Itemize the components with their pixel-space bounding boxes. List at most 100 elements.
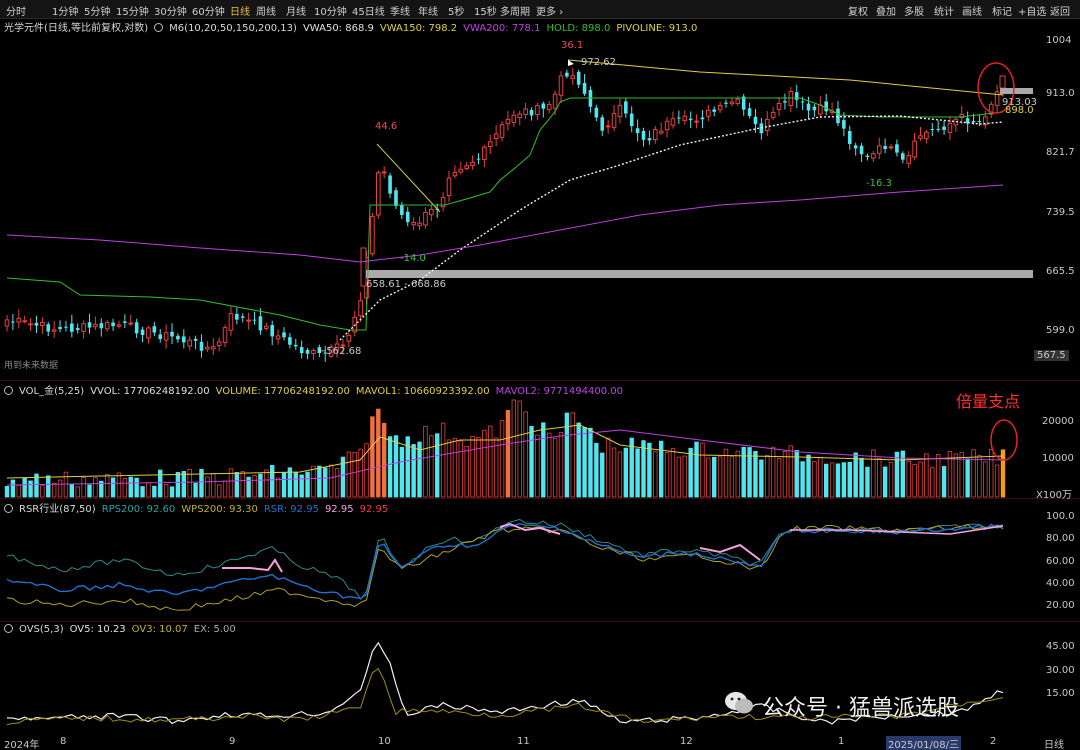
candle-body	[594, 107, 599, 118]
peak2-label: 36.1	[561, 40, 584, 51]
volume-bar	[81, 477, 86, 498]
candle-body	[158, 334, 163, 340]
candle-body	[806, 103, 811, 111]
candle-body	[788, 91, 794, 106]
candle-body	[311, 349, 316, 354]
volume-bar	[317, 465, 322, 498]
volume-bar	[258, 473, 263, 498]
candle-body	[624, 101, 628, 114]
volume-bar	[393, 435, 399, 498]
wechat-icon	[725, 692, 753, 714]
candle-body	[429, 208, 434, 216]
y-tick: 913.0	[1046, 88, 1075, 99]
volume-bar	[1000, 449, 1006, 498]
wps200-line	[6, 523, 1004, 611]
stock-chart[interactable]	[0, 0, 1080, 750]
rsr-line	[6, 523, 1004, 600]
candle-body	[222, 327, 228, 343]
volume-bar	[682, 455, 687, 498]
volume-bar	[181, 471, 187, 498]
candle-body	[576, 71, 581, 85]
candle-body	[930, 129, 935, 131]
rsr-y-tick: 40.00	[1046, 578, 1075, 589]
candle-body	[511, 114, 517, 123]
volume-bar	[399, 446, 405, 498]
volume-bar	[694, 441, 699, 498]
candle-body	[529, 110, 534, 116]
watermark: 公众号 · 猛兽派选股	[762, 696, 959, 721]
candle-body	[865, 155, 870, 158]
volume-bar	[594, 442, 599, 498]
range-label: 658.61 - 668.86	[366, 279, 446, 290]
volume-bar	[446, 439, 452, 498]
volume-bar	[712, 457, 717, 498]
candle-body	[836, 108, 840, 124]
volume-bar	[647, 442, 652, 498]
volume-bar	[835, 463, 841, 498]
volume-bar	[812, 461, 817, 498]
volume-bar	[611, 447, 617, 498]
volume-bar	[470, 436, 475, 498]
y-tick: 821.7	[1046, 147, 1075, 158]
candle-body	[546, 104, 552, 111]
candle-body	[104, 322, 110, 330]
volume-bar	[411, 444, 416, 498]
candle-body	[87, 322, 92, 328]
candle-body	[794, 92, 799, 100]
candle-body	[717, 104, 723, 111]
volume-bar	[906, 460, 911, 498]
candle-body	[299, 347, 304, 354]
volume-bar	[953, 453, 959, 498]
candle-body	[40, 321, 45, 327]
candle-body	[75, 328, 80, 331]
candle-body	[694, 120, 699, 123]
candle-body	[641, 130, 646, 140]
candle-body	[182, 336, 186, 343]
candle-body	[999, 75, 1006, 89]
volume-bar	[211, 473, 216, 498]
volume-bar	[464, 445, 469, 498]
volume-bar	[40, 485, 45, 498]
volume-bar	[588, 427, 593, 498]
candle-body	[193, 338, 198, 341]
volume-bar	[859, 457, 864, 498]
candle-body	[947, 122, 953, 133]
volume-bar	[818, 456, 823, 498]
ovs-y-tick: 15.00	[1046, 688, 1075, 699]
candle-body	[400, 204, 404, 215]
candle-body	[152, 326, 157, 333]
dip2-label: -16.3	[866, 178, 892, 189]
rsr-highlight	[222, 558, 283, 573]
volume-bar	[782, 451, 788, 498]
volume-bar	[623, 447, 629, 498]
candle-body	[942, 126, 946, 131]
candle-body	[895, 144, 899, 153]
x-tick: 2025/01/08/三	[886, 736, 962, 750]
volume-bar	[158, 469, 163, 498]
candle-body	[176, 335, 180, 340]
candle-body	[128, 322, 134, 325]
volume-bar	[723, 448, 729, 498]
candle-body	[275, 335, 281, 340]
candle-body	[853, 145, 858, 149]
candle-body	[170, 331, 174, 337]
volume-bar	[983, 461, 988, 498]
volume-bar	[10, 479, 16, 498]
volume-bar	[270, 464, 275, 498]
rsr-y-tick: 60.00	[1046, 556, 1075, 567]
candle-body	[918, 135, 923, 139]
volume-bar	[605, 437, 611, 498]
candle-body	[812, 106, 817, 111]
volume-bar	[735, 450, 740, 498]
y-tick: 1004	[1046, 35, 1072, 46]
volume-bar	[865, 466, 870, 498]
candle-body	[499, 124, 505, 138]
volume-bar	[311, 465, 316, 498]
right-low-label: 898.0	[1005, 105, 1034, 116]
volume-bar	[163, 483, 169, 498]
volume-bar	[128, 476, 133, 498]
candle-body	[205, 346, 210, 350]
volume-bar	[847, 461, 852, 498]
candle-body	[700, 117, 705, 120]
volume-bar	[841, 462, 847, 498]
